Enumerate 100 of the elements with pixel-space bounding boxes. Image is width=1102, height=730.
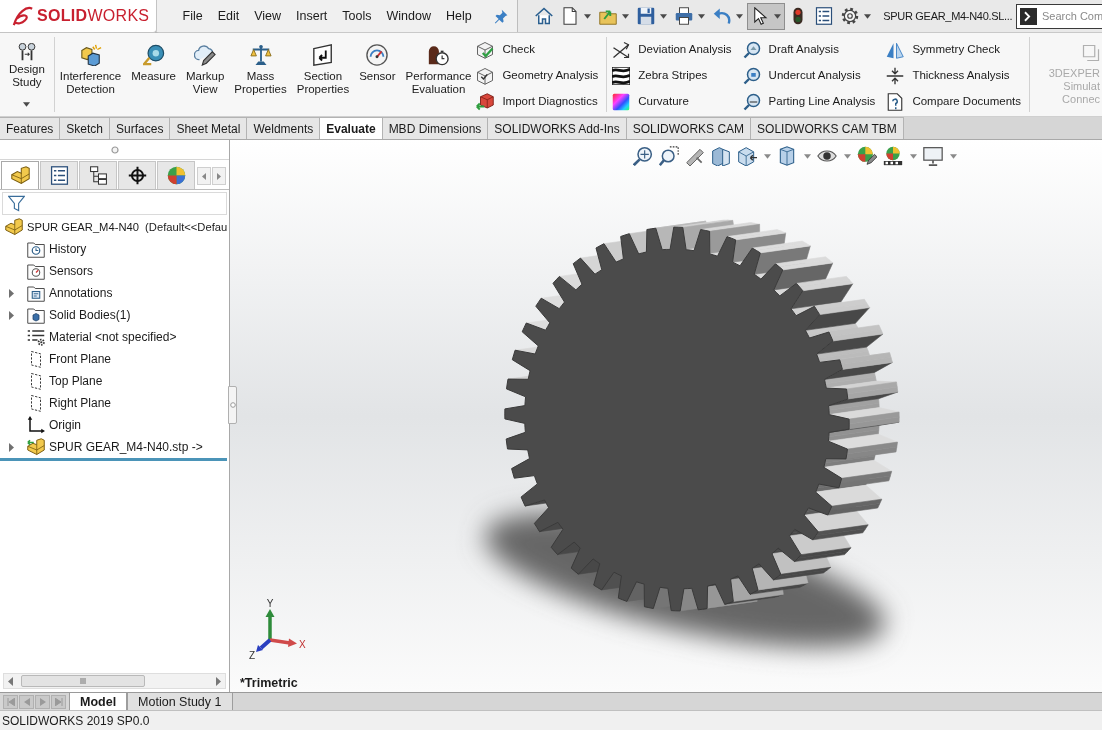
- mirror-halves-icon: [886, 41, 905, 59]
- tree-item[interactable]: SPUR GEAR_M4-N40 (Default<<Defau: [0, 216, 228, 238]
- ribbon-button[interactable]: Undercut Analysis: [742, 63, 876, 89]
- caret-icon: [950, 153, 957, 159]
- search-input[interactable]: Search Com: [1042, 6, 1102, 26]
- ribbon-button[interactable]: Performance Evaluation: [400, 33, 477, 116]
- expand-caret-icon[interactable]: [9, 310, 14, 320]
- axis-label: Y: [266, 598, 274, 609]
- command-tab[interactable]: Sketch: [60, 117, 111, 139]
- save-icon: [637, 7, 656, 25]
- tree-item[interactable]: Annotations: [0, 282, 113, 304]
- right-arrow-icon[interactable]: [216, 676, 221, 686]
- filter-field[interactable]: [2, 192, 227, 215]
- bolts-arrow-icon: [16, 43, 37, 61]
- tree-item[interactable]: SPUR GEAR_M4-N40.stp ->: [0, 436, 203, 458]
- tree-item[interactable]: Solid Bodies(1): [0, 304, 131, 326]
- caret-icon: [774, 13, 782, 19]
- toolbar-button[interactable]: [709, 144, 733, 168]
- axis-label: Z: [249, 650, 256, 661]
- toolbar-button[interactable]: [631, 144, 655, 168]
- part-icon: [5, 218, 23, 236]
- caret-icon: [622, 13, 630, 19]
- panel-tab[interactable]: [40, 161, 78, 189]
- ribbon-button[interactable]: Symmetry Check: [886, 37, 1022, 63]
- ribbon-button[interactable]: Markup View: [180, 33, 230, 116]
- ribbon-button[interactable]: Sensor: [354, 33, 401, 116]
- toolbar-button[interactable]: [921, 144, 959, 168]
- tree-item[interactable]: History: [0, 238, 87, 260]
- command-tab[interactable]: SOLIDWORKS CAM TBM: [751, 117, 904, 139]
- scroll-right-button[interactable]: [212, 167, 226, 185]
- ribbon-button[interactable]: Curvature: [612, 89, 732, 115]
- grip-lines-icon: [80, 678, 86, 684]
- ribbon-button[interactable]: Zebra Stripes: [612, 63, 732, 89]
- toolbar-button[interactable]: [657, 144, 681, 168]
- caret-icon: [660, 13, 668, 19]
- ribbon-button[interactable]: Import Diagnostics: [476, 89, 599, 115]
- menu-item[interactable]: Window: [379, 7, 439, 25]
- menu-item[interactable]: Insert: [288, 7, 335, 25]
- ribbon-button[interactable]: Measure: [126, 33, 181, 116]
- new-document-icon: [561, 7, 580, 25]
- tree-item[interactable]: Material <not specified>: [0, 326, 177, 348]
- ribbon-button[interactable]: Thickness Analysis: [886, 63, 1022, 89]
- horizontal-scrollbar[interactable]: [3, 673, 226, 689]
- command-tab[interactable]: Sheet Metal: [170, 117, 248, 139]
- toolbar-button[interactable]: [855, 144, 879, 168]
- left-arrow-icon: [22, 697, 31, 706]
- bottom-tab[interactable]: Model: [69, 693, 128, 710]
- command-tab[interactable]: Weldments: [247, 117, 321, 139]
- list-icon: [815, 7, 834, 25]
- angled-arrows-icon: [612, 41, 631, 59]
- ribbon-button[interactable]: Compare Documents: [886, 89, 1022, 115]
- menu-item[interactable]: Help: [438, 7, 480, 25]
- toolbar-button[interactable]: [881, 144, 919, 168]
- axes-icon: [27, 416, 45, 434]
- tree-item[interactable]: Origin: [0, 414, 81, 436]
- pin-icon[interactable]: [493, 8, 509, 24]
- imported-part-icon: [27, 438, 45, 456]
- command-tab[interactable]: SOLIDWORKS CAM: [626, 117, 752, 139]
- tree-item[interactable]: Top Plane: [0, 370, 103, 392]
- menu-item[interactable]: Tools: [334, 7, 380, 25]
- ribbon-button[interactable]: Parting Line Analysis: [742, 89, 876, 115]
- ribbon-button[interactable]: Draft Analysis: [742, 37, 876, 63]
- ribbon-button[interactable]: Deviation Analysis: [612, 37, 732, 63]
- command-tab[interactable]: Surfaces: [110, 117, 171, 139]
- tree-item[interactable]: Right Plane: [0, 392, 112, 414]
- menu-item[interactable]: Edit: [210, 7, 247, 25]
- section-cube-icon: [711, 146, 731, 166]
- scroll-thumb[interactable]: [21, 675, 145, 687]
- grip-icon[interactable]: [110, 145, 119, 154]
- expand-caret-icon[interactable]: [9, 288, 14, 298]
- print-icon: [675, 7, 694, 25]
- ribbon-button[interactable]: Interference Detection: [54, 33, 127, 116]
- command-tab[interactable]: MBD Dimensions: [382, 117, 489, 139]
- command-tab[interactable]: SOLIDWORKS Add-Ins: [488, 117, 627, 139]
- ribbon-button[interactable]: Geometry Analysis: [476, 63, 599, 89]
- ribbon-button[interactable]: Mass Properties: [229, 33, 292, 116]
- status-text: SOLIDWORKS 2019 SP0.0: [2, 712, 150, 729]
- scroll-left-button[interactable]: [197, 167, 211, 185]
- panel-tab[interactable]: [79, 161, 117, 189]
- ribbon-button[interactable]: Design Study: [4, 33, 50, 116]
- caret-icon: [584, 13, 592, 19]
- right-arrow-icon: [217, 172, 221, 180]
- search-field[interactable]: Search Com: [1016, 3, 1102, 29]
- left-arrow-icon[interactable]: [8, 676, 13, 686]
- ribbon-button[interactable]: Section Properties: [291, 33, 355, 116]
- toolbar-button[interactable]: [747, 2, 786, 30]
- tree-item[interactable]: Front Plane: [0, 348, 112, 370]
- command-tab[interactable]: Features: [0, 117, 61, 139]
- splitter-handle[interactable]: [228, 386, 237, 424]
- expand-caret-icon[interactable]: [9, 442, 14, 452]
- toolbar-button[interactable]: [735, 144, 773, 168]
- menu-item[interactable]: File: [175, 7, 211, 25]
- tree-item[interactable]: Sensors: [0, 260, 94, 282]
- panel-tab[interactable]: [118, 161, 156, 189]
- caret-icon: [910, 153, 917, 159]
- bottom-tab[interactable]: Motion Study 1: [127, 693, 233, 710]
- ribbon-button[interactable]: Check: [476, 37, 599, 63]
- menu-item[interactable]: View: [246, 7, 289, 25]
- command-tab[interactable]: Evaluate: [320, 117, 383, 139]
- right-arrow-icon: [38, 697, 47, 706]
